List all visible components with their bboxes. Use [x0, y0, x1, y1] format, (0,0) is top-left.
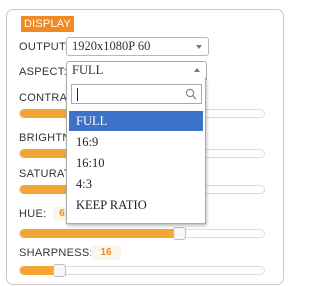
aspect-label: ASPECT: [19, 66, 67, 78]
sharpness-slider[interactable] [19, 264, 265, 277]
search-icon [185, 88, 197, 100]
sharpness-value: 16 [91, 246, 121, 260]
sharpness-label: SHARPNESS: [19, 247, 93, 259]
aspect-option-4-3[interactable]: 4:3 [69, 174, 203, 194]
output-value: 1920x1080P 60 [72, 39, 151, 53]
sharpness-slider-handle[interactable] [53, 264, 66, 277]
hue-label: HUE: [19, 208, 47, 220]
aspect-option-16-10[interactable]: 16:10 [69, 153, 203, 173]
saturation-label: SATURAT [19, 168, 71, 180]
chevron-up-icon [194, 68, 200, 72]
output-label: OUTPUT: [19, 41, 69, 53]
hue-slider[interactable] [19, 227, 265, 240]
aspect-search-input[interactable] [71, 84, 202, 104]
aspect-option-16-9[interactable]: 16:9 [69, 132, 203, 152]
aspect-dropdown: FULL 16:9 16:10 4:3 KEEP RATIO [66, 78, 206, 224]
text-caret [77, 88, 78, 101]
brightness-label: BRIGHTN [19, 132, 71, 144]
chevron-down-icon [196, 45, 202, 49]
aspect-option-full[interactable]: FULL [69, 111, 203, 131]
hue-slider-handle[interactable] [173, 227, 186, 240]
panel-title: DISPLAY [21, 16, 75, 32]
output-select[interactable]: 1920x1080P 60 [66, 37, 209, 56]
hue-fill [20, 229, 180, 238]
aspect-option-keep-ratio[interactable]: KEEP RATIO [69, 195, 203, 215]
aspect-value: FULL [72, 63, 104, 77]
